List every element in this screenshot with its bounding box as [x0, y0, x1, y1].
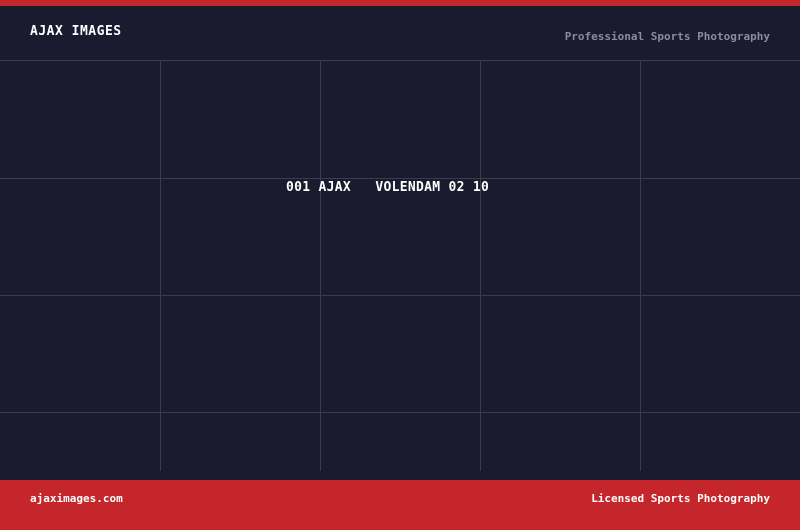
- footer-license-text: Licensed Sports Photography: [591, 492, 770, 505]
- tagline: Professional Sports Photography: [564, 30, 770, 43]
- grid-line-vertical: [160, 61, 161, 471]
- grid-line-vertical: [480, 61, 481, 471]
- image-caption: 001 AJAX VOLENDAM 02 10: [286, 180, 490, 195]
- grid-line-horizontal: [0, 295, 800, 296]
- footer-website-url: ajaximages.com: [30, 492, 123, 505]
- grid-line-horizontal: [0, 178, 800, 179]
- watermark-preview-page: AJAX IMAGES Professional Sports Photogra…: [0, 0, 800, 530]
- header: AJAX IMAGES Professional Sports Photogra…: [0, 6, 800, 60]
- brand-title: AJAX IMAGES: [30, 24, 122, 39]
- grid-line-vertical: [320, 61, 321, 471]
- image-placeholder-grid: [0, 60, 800, 471]
- grid-line-horizontal: [0, 412, 800, 413]
- footer: ajaximages.com Licensed Sports Photograp…: [0, 480, 800, 530]
- grid-line-vertical: [640, 61, 641, 471]
